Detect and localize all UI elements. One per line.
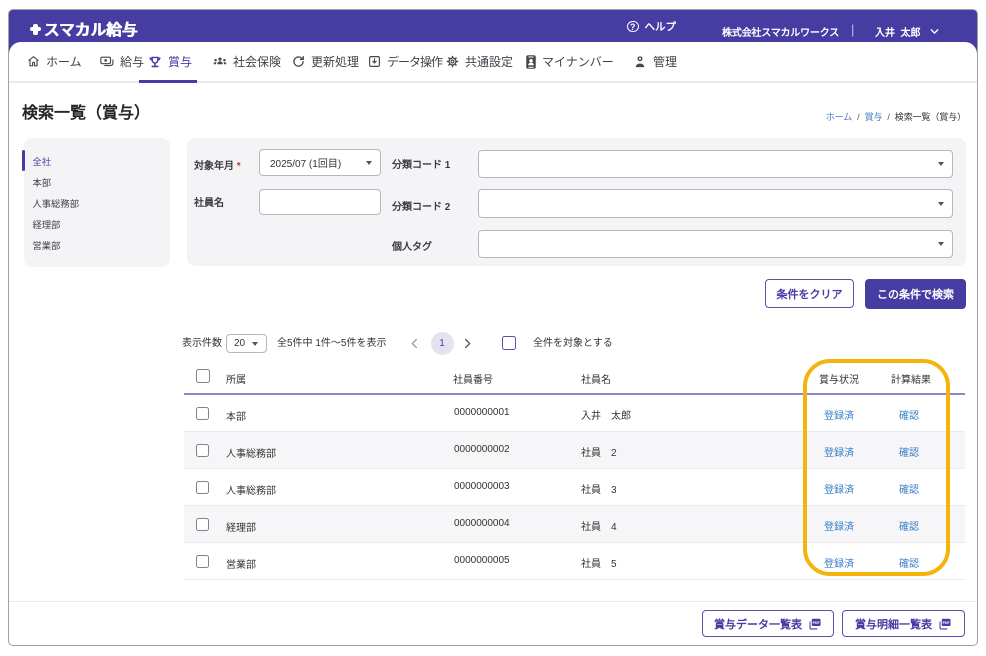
svg-text:PDF: PDF	[813, 621, 821, 625]
svg-text:PDF: PDF	[943, 621, 951, 625]
